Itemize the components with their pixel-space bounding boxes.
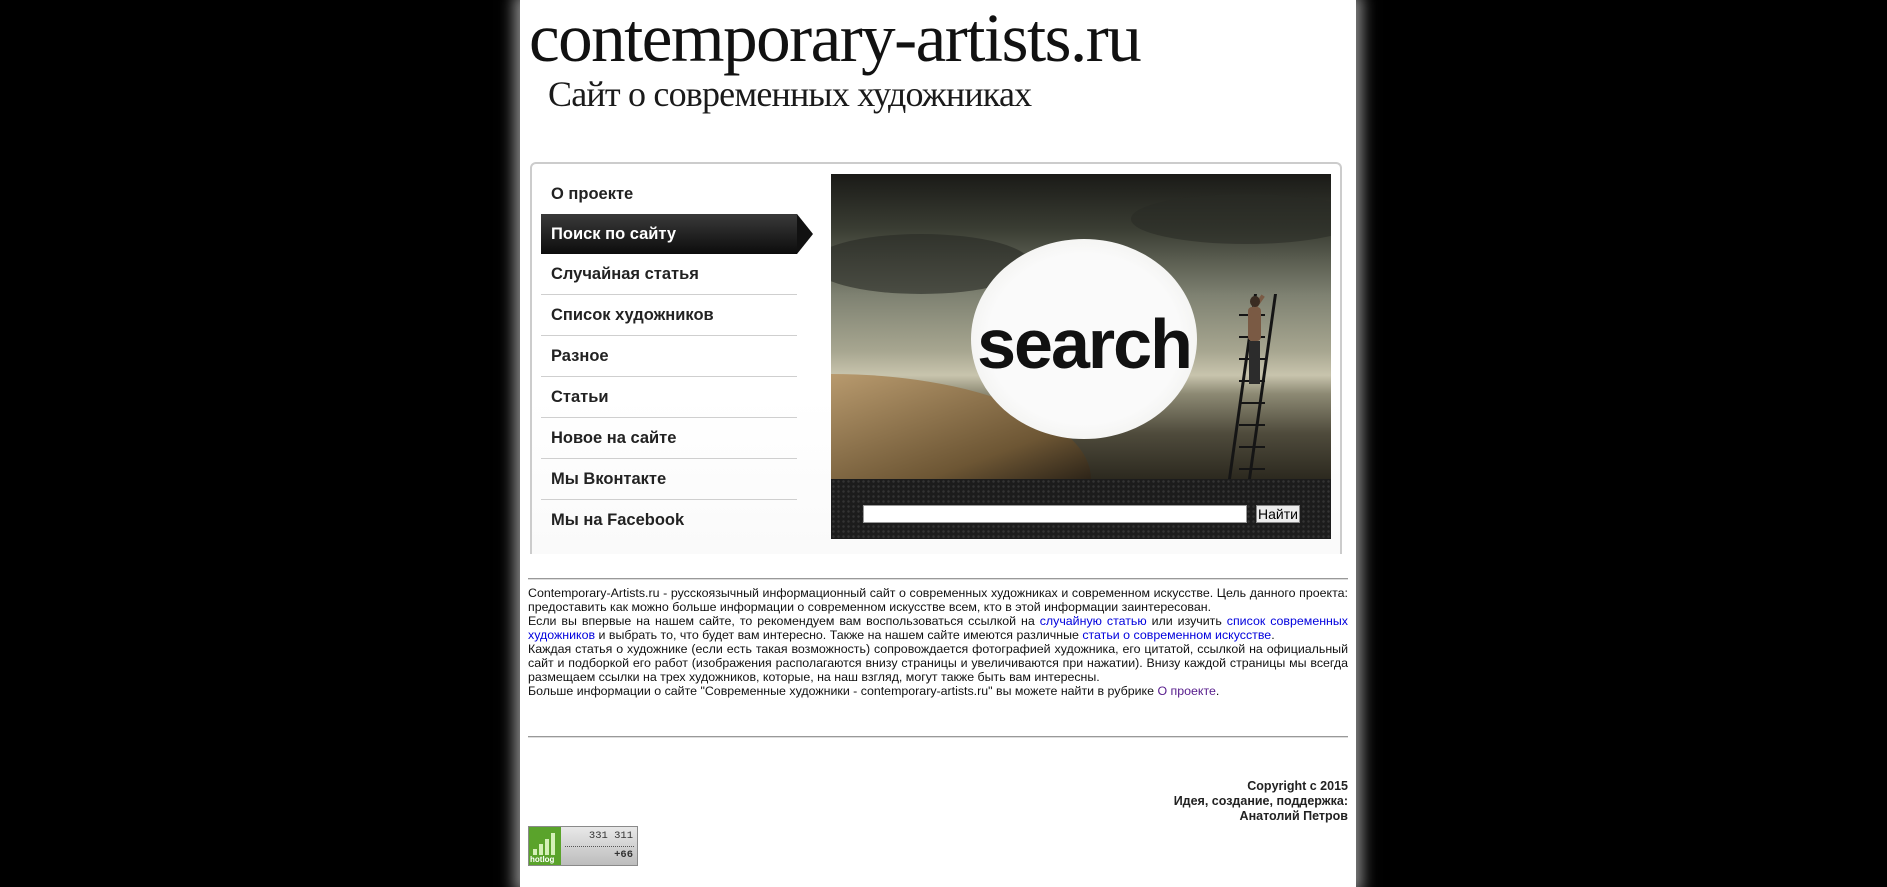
- author-name: Анатолий Петров: [1239, 809, 1348, 823]
- site-subtitle: Сайт о современных художниках: [548, 74, 1032, 114]
- search-bar: Найти: [831, 479, 1331, 539]
- menu-item-label: Случайная статья: [551, 265, 699, 283]
- main-menu: О проекте Поиск по сайту Случайная стать…: [541, 174, 817, 540]
- header-panel: О проекте Поиск по сайту Случайная стать…: [530, 162, 1342, 554]
- active-arrow-icon: [797, 214, 813, 254]
- menu-item-label: Поиск по сайту: [551, 225, 677, 243]
- menu-item-vkontakte[interactable]: Мы Вконтакте: [541, 459, 797, 500]
- menu-item-label: Разное: [551, 347, 609, 365]
- credits-label: Идея, создание, поддержка:: [1173, 794, 1348, 808]
- menu-item-random-article[interactable]: Случайная статья: [541, 254, 797, 295]
- intro-text: Contemporary-Artists.ru - русскоязычный …: [528, 586, 1348, 698]
- counter-bars-icon: hotlog: [529, 827, 561, 865]
- copyright-text: Copyright с 2015: [1247, 779, 1348, 793]
- menu-item-label: О проекте: [551, 185, 634, 203]
- counter-brand: hotlog: [530, 855, 555, 864]
- menu-item-label: Статьи: [551, 388, 609, 406]
- menu-item-facebook[interactable]: Мы на Facebook: [541, 500, 797, 540]
- intro-paragraph: Больше информации о сайте "Современные х…: [528, 684, 1220, 698]
- person-figure-icon: [1244, 294, 1266, 384]
- intro-paragraph: Каждая статья о художнике (если есть так…: [528, 642, 1348, 684]
- articles-link[interactable]: статьи о современном искусстве: [1082, 628, 1271, 642]
- counter-total: 331 311: [588, 830, 633, 842]
- menu-item-label: Новое на сайте: [551, 429, 677, 447]
- search-circle: search: [971, 239, 1197, 439]
- menu-item-articles[interactable]: Статьи: [541, 377, 797, 418]
- counter-today: +66: [614, 849, 633, 861]
- footer: Copyright с 2015 Идея, создание, поддерж…: [1174, 779, 1348, 824]
- intro-paragraph: Contemporary-Artists.ru - русскоязычный …: [528, 586, 1348, 614]
- menu-item-artists-list[interactable]: Список художников: [541, 295, 797, 336]
- hotlog-counter[interactable]: hotlog 331 311 +66: [528, 826, 638, 866]
- search-banner-image: search: [831, 174, 1331, 479]
- search-input[interactable]: [863, 505, 1247, 523]
- site-logo[interactable]: contemporary-artists.ru Сайт о современн…: [529, 0, 1169, 120]
- site-title: contemporary-artists.ru: [529, 0, 1142, 76]
- menu-item-new[interactable]: Новое на сайте: [541, 418, 797, 459]
- search-widget: search Найти: [831, 174, 1331, 539]
- search-button[interactable]: Найти: [1256, 505, 1300, 523]
- divider: [528, 578, 1348, 579]
- menu-item-label: Список художников: [551, 306, 714, 324]
- cloud-shape: [1131, 194, 1331, 244]
- menu-item-about[interactable]: О проекте: [541, 174, 797, 214]
- about-link[interactable]: О проекте: [1157, 684, 1215, 698]
- random-article-link[interactable]: случайную статью: [1040, 614, 1147, 628]
- page-container: contemporary-artists.ru Сайт о современн…: [520, 0, 1356, 887]
- intro-paragraph: Если вы впервые на нашем сайте, то реком…: [528, 614, 1348, 642]
- menu-item-label: Мы Вконтакте: [551, 470, 667, 488]
- menu-item-label: Мы на Facebook: [551, 511, 685, 529]
- divider: [528, 736, 1348, 737]
- menu-item-search[interactable]: Поиск по сайту: [541, 214, 813, 254]
- search-banner-text: search: [977, 305, 1193, 383]
- menu-item-misc[interactable]: Разное: [541, 336, 797, 377]
